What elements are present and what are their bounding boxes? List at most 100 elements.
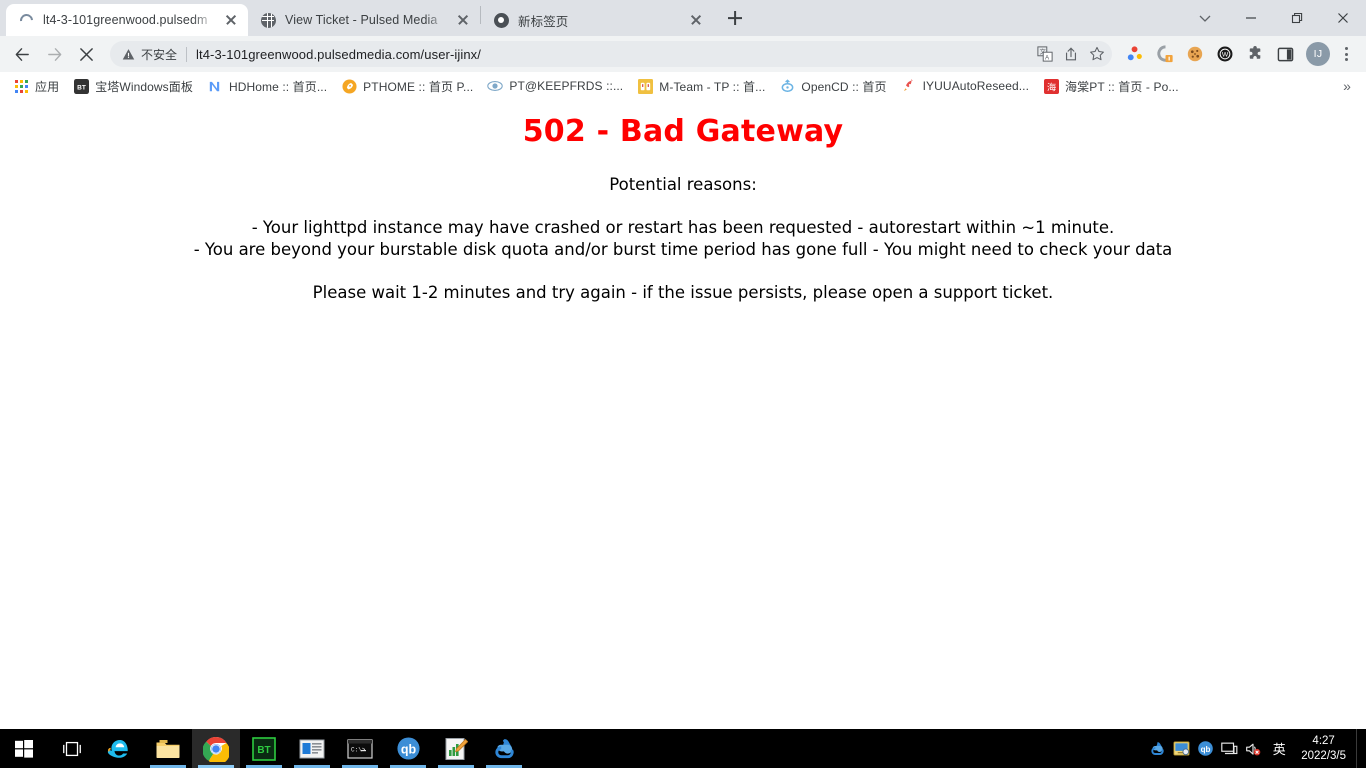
- restore-button[interactable]: [1274, 2, 1320, 34]
- bookmarks-overflow-button[interactable]: »: [1336, 75, 1358, 97]
- bookmark-baota[interactable]: BT 宝塔Windows面板: [66, 75, 200, 97]
- browser-window: lt4-3-101greenwood.pulsedm View Ticket -…: [0, 0, 1366, 729]
- puzzle-extensions-icon[interactable]: [1242, 41, 1268, 67]
- news-app-button[interactable]: [288, 729, 336, 768]
- window-controls: [1182, 0, 1366, 36]
- potential-reasons-label: Potential reasons:: [609, 175, 757, 194]
- back-button[interactable]: [8, 40, 36, 68]
- volume-muted-tray-icon[interactable]: [1241, 729, 1265, 768]
- cookie-extension-icon[interactable]: [1182, 41, 1208, 67]
- bookmark-star-icon[interactable]: [1084, 42, 1110, 66]
- bookmark-label: 应用: [35, 79, 60, 94]
- new-tab-button[interactable]: [721, 4, 749, 32]
- omnibox-divider: [186, 46, 188, 62]
- minimize-button[interactable]: [1228, 2, 1274, 34]
- clock[interactable]: 4:27 2022/3/5: [1293, 734, 1356, 764]
- bookmark-opencd[interactable]: OpenCD :: 首页: [772, 75, 893, 97]
- stop-loading-button[interactable]: [72, 40, 100, 68]
- extension-icons: W: [1120, 41, 1300, 67]
- bookmark-pthome[interactable]: PTHOME :: 首页 P...: [334, 75, 480, 97]
- bookmark-label: M-Team - TP :: 首...: [659, 79, 766, 94]
- browser-toolbar: 不安全 lt4-3-101greenwood.pulsedmedia.com/u…: [0, 36, 1366, 72]
- bookmark-haitangpt[interactable]: 海 海棠PT :: 首页 - Po...: [1036, 75, 1186, 97]
- colorful-dots-extension-icon[interactable]: [1122, 41, 1148, 67]
- bookmark-keepfrds[interactable]: PT@KEEPFRDS ::...: [480, 75, 630, 97]
- system-tray: qb 英 4:27 2022/3/5: [1145, 729, 1366, 768]
- clock-date: 2022/3/5: [1301, 749, 1346, 762]
- bookmarks-bar: 应用 BT 宝塔Windows面板 HDHome :: 首页... PTHOME…: [0, 72, 1366, 100]
- tab-close-icon[interactable]: [454, 11, 472, 29]
- chrome-icon: [493, 12, 509, 28]
- keepfrds-icon: [487, 78, 504, 94]
- side-panel-icon[interactable]: [1272, 41, 1298, 67]
- svg-text:BT: BT: [257, 745, 270, 756]
- command-prompt-button[interactable]: C:\>: [336, 729, 384, 768]
- chrome-button[interactable]: [192, 729, 240, 768]
- bt-icon: BT: [73, 78, 89, 94]
- resilio-button[interactable]: [480, 729, 528, 768]
- tab-1[interactable]: View Ticket - Pulsed Media: [248, 4, 480, 36]
- bookmark-label: 宝塔Windows面板: [95, 79, 193, 94]
- bookmark-label: PTHOME :: 首页 P...: [363, 79, 474, 94]
- tab-title: View Ticket - Pulsed Media: [285, 13, 438, 27]
- bookmark-label: OpenCD :: 首页: [801, 79, 887, 94]
- svg-text:qb: qb: [400, 742, 416, 756]
- show-desktop-button[interactable]: [1356, 729, 1362, 768]
- tab-close-icon[interactable]: [222, 11, 240, 29]
- tab-search-button[interactable]: [1182, 2, 1228, 34]
- address-bar[interactable]: 不安全 lt4-3-101greenwood.pulsedmedia.com/u…: [110, 41, 1112, 67]
- page-title: 502 - Bad Gateway: [522, 114, 844, 149]
- tab-0[interactable]: lt4-3-101greenwood.pulsedm: [6, 4, 248, 36]
- reason-line-2: - You are beyond your burstable disk quo…: [193, 239, 1173, 259]
- editor-button[interactable]: [432, 729, 480, 768]
- w-circle-extension-icon[interactable]: W: [1212, 41, 1238, 67]
- opencd-icon: [779, 78, 795, 94]
- svg-text:W: W: [1222, 52, 1229, 59]
- qbittorrent-button[interactable]: qb: [384, 729, 432, 768]
- share-icon[interactable]: [1058, 42, 1084, 66]
- reason-line-1: - Your lighttpd instance may have crashe…: [251, 218, 1115, 237]
- globe-icon: [260, 12, 276, 28]
- tab-title: 新标签页: [518, 14, 569, 29]
- bookmark-apps[interactable]: 应用: [6, 75, 66, 97]
- svg-text:海: 海: [1046, 81, 1055, 92]
- baota-button[interactable]: BT: [240, 729, 288, 768]
- resilio-tray-icon[interactable]: [1145, 729, 1169, 768]
- haitangpt-icon: 海: [1043, 78, 1059, 94]
- tab-2[interactable]: 新标签页: [481, 4, 713, 36]
- url-text: lt4-3-101greenwood.pulsedmedia.com/user-…: [196, 46, 481, 62]
- q-badge-extension-icon[interactable]: [1152, 41, 1178, 67]
- apps-grid-icon: [13, 78, 29, 94]
- close-button[interactable]: [1320, 2, 1366, 34]
- clock-time: 4:27: [1312, 734, 1335, 747]
- start-button[interactable]: [0, 729, 48, 768]
- tab-close-icon[interactable]: [687, 11, 705, 29]
- network-monitor-tray-icon[interactable]: [1217, 729, 1241, 768]
- bookmark-hdhome[interactable]: HDHome :: 首页...: [200, 75, 334, 97]
- footer-message: Please wait 1-2 minutes and try again - …: [312, 282, 1054, 302]
- task-view-button[interactable]: [48, 729, 96, 768]
- internet-explorer-button[interactable]: [96, 729, 144, 768]
- ime-indicator[interactable]: 英: [1265, 739, 1293, 758]
- page-content: 502 - Bad Gateway Potential reasons: - Y…: [0, 100, 1366, 729]
- file-explorer-button[interactable]: [144, 729, 192, 768]
- network-share-tray-icon[interactable]: [1169, 729, 1193, 768]
- security-status-label: 不安全: [141, 47, 178, 62]
- reasons-block: - Your lighttpd instance may have crashe…: [0, 217, 1366, 261]
- translate-icon[interactable]: 文 A: [1032, 42, 1058, 66]
- tab-strip: lt4-3-101greenwood.pulsedm View Ticket -…: [0, 0, 1366, 36]
- windows-taskbar: BT C:\> qb qb 英 4:27 2022/3/5: [0, 729, 1366, 768]
- forward-button[interactable]: [40, 40, 68, 68]
- bookmark-label: PT@KEEPFRDS ::...: [509, 79, 624, 93]
- rocket-icon: [901, 78, 917, 94]
- bookmark-mteam[interactable]: M-Team - TP :: 首...: [630, 75, 772, 97]
- svg-text:BT: BT: [77, 84, 86, 91]
- avatar[interactable]: IJ: [1306, 42, 1330, 66]
- chrome-menu-icon[interactable]: [1334, 41, 1358, 67]
- bookmark-label: HDHome :: 首页...: [228, 79, 328, 94]
- mteam-icon: [637, 78, 653, 94]
- omnibox-actions: 文 A: [1032, 42, 1110, 66]
- pthome-icon: [341, 78, 357, 94]
- bookmark-iyuu[interactable]: IYUUAutoReseed...: [894, 75, 1036, 97]
- qbittorrent-tray-icon[interactable]: qb: [1193, 729, 1217, 768]
